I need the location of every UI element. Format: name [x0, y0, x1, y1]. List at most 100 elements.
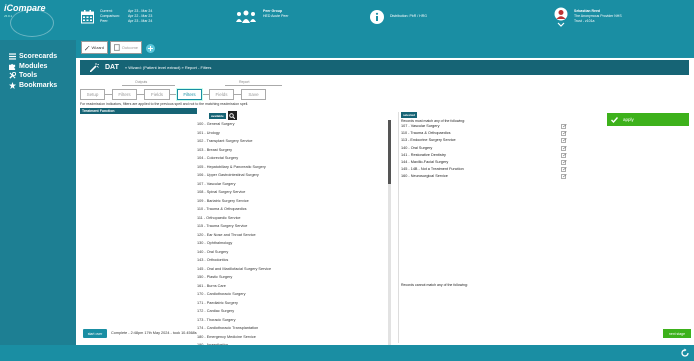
step-save[interactable]: Save — [241, 89, 266, 100]
people-icon — [235, 9, 257, 25]
step-outputs-filters[interactable]: Filters — [112, 89, 137, 100]
step-connector — [137, 94, 144, 95]
sidebar-item-bookmarks[interactable]: Bookmarks — [0, 81, 76, 91]
available-item[interactable]: 115 - Trauma Surgery Service — [193, 222, 384, 231]
available-item[interactable]: 143 - Orthodontics — [193, 256, 384, 265]
sidebar: Scorecards Modules Tools Bookmarks — [0, 40, 76, 345]
available-item[interactable]: 104 - Colorectal Surgery — [193, 154, 384, 163]
peer-group-text: Peer Group HED Acute Peer — [263, 9, 288, 19]
readmission-note: For readmission indicators, filters are … — [80, 102, 249, 106]
main-panel: DAT » Wizard: (Patient level extract) » … — [76, 58, 694, 347]
wand-icon — [85, 45, 90, 51]
user-block[interactable]: Sebastian Reed The Anonymous Provider NH… — [554, 7, 622, 27]
step-report-filters[interactable]: Filters — [177, 89, 202, 100]
available-item[interactable]: 103 - Breast Surgery — [193, 146, 384, 155]
selected-item-label: 144 - Maxillo-Facial Surgery — [401, 159, 449, 164]
wizard-label: Wizard — [91, 45, 104, 50]
edit-icon[interactable] — [561, 152, 567, 158]
start-over-button[interactable]: start over — [83, 329, 107, 338]
available-item[interactable]: 171 - Paediatric Surgery — [193, 299, 384, 308]
selected-item[interactable]: 107 - Vascular Surgery — [399, 123, 583, 130]
app-logo[interactable]: iCompare v5.0.1 — [4, 3, 66, 39]
available-item[interactable]: 107 - Vascular Surgery — [193, 180, 384, 189]
available-item[interactable]: 180 - Emergency Medicine Service — [193, 333, 384, 342]
star-icon — [9, 81, 16, 89]
available-item[interactable]: 109 - Bariatric Surgery Service — [193, 197, 384, 206]
scrollbar-thumb[interactable] — [388, 120, 391, 184]
selected-item[interactable]: 145 - 14B - Not a Treatment Function — [399, 166, 583, 173]
selected-item[interactable]: 160 - Neurosurgical Service — [399, 173, 583, 180]
check-icon — [611, 116, 618, 123]
selected-item[interactable]: 144 - Maxillo-Facial Surgery — [399, 159, 583, 166]
distribution-block[interactable]: Distribution: PbR / HRG — [370, 9, 427, 25]
edit-icon[interactable] — [561, 167, 567, 172]
period-label-peer: Peer: — [100, 19, 109, 23]
edit-icon[interactable] — [561, 160, 567, 165]
available-header: available — [209, 111, 237, 120]
next-stage-button[interactable]: next stage — [663, 329, 691, 338]
available-item[interactable]: 161 - Burns Care — [193, 282, 384, 291]
filter-field-treatment-function[interactable]: Treatment Function — [80, 108, 197, 114]
available-item[interactable]: 120 - Ear Nose and Throat Service — [193, 231, 384, 240]
available-item[interactable]: 102 - Transplant Surgery Service — [193, 137, 384, 146]
sidebar-item-scorecards[interactable]: Scorecards — [0, 52, 76, 62]
available-item[interactable]: 170 - Cardiothoracic Surgery — [193, 290, 384, 299]
user-text: Sebastian Reed The Anonymous Provider NH… — [574, 9, 622, 24]
tools-icon — [9, 72, 16, 79]
step-report-fields[interactable]: Fields — [209, 89, 234, 100]
available-item[interactable]: 130 - Ophthalmology — [193, 239, 384, 248]
document-icon — [114, 44, 120, 51]
available-item[interactable]: 140 - Oral Surgery — [193, 248, 384, 257]
sidebar-item-modules[interactable]: Modules — [0, 62, 76, 72]
step-setup[interactable]: Setup — [80, 89, 105, 100]
selected-item-label: 141 - Restorative Dentistry — [401, 152, 446, 157]
peer-group-block[interactable]: Peer Group HED Acute Peer — [235, 9, 288, 25]
add-tab-icon[interactable] — [146, 44, 155, 53]
apply-label: apply — [623, 117, 634, 122]
available-item[interactable]: 110 - Trauma & Orthopaedics — [193, 205, 384, 214]
search-icon — [229, 112, 236, 119]
sidebar-item-label: Modules — [19, 62, 48, 70]
breadcrumb: » Wizard: (Patient level extract) » Repo… — [124, 65, 212, 70]
logo-swirl — [10, 9, 54, 37]
steps-group-report: Report — [239, 80, 250, 84]
step-outputs-fields[interactable]: Fields — [144, 89, 170, 100]
sidebar-item-label: Tools — [19, 72, 38, 80]
available-item[interactable]: 101 - Urology — [193, 129, 384, 138]
edit-icon[interactable] — [561, 138, 567, 144]
edit-icon[interactable] — [561, 124, 567, 129]
available-item[interactable]: 100 - General Surgery — [193, 120, 384, 129]
distribution-text: Distribution: PbR / HRG — [390, 14, 427, 18]
user-avatar-icon — [554, 7, 568, 27]
outcome-button[interactable]: Outcome — [110, 41, 142, 54]
edit-icon[interactable] — [561, 131, 567, 136]
available-item[interactable]: 111 - Orthopaedic Service — [193, 214, 384, 223]
wizard-button[interactable]: Wizard — [81, 41, 108, 54]
selected-item-label: 107 - Vascular Surgery — [401, 124, 440, 128]
search-button[interactable] — [227, 111, 237, 120]
selected-item[interactable]: 113 - Endocrine Surgery Service — [399, 137, 583, 144]
available-item[interactable]: 105 - Hepatobiliary & Pancreatic Surgery — [193, 163, 384, 172]
edit-icon[interactable] — [561, 174, 567, 180]
available-item[interactable]: 173 - Thoracic Surgery — [193, 316, 384, 325]
sidebar-item-label: Scorecards — [19, 53, 58, 61]
available-scrollbar[interactable] — [388, 120, 391, 345]
step-connector — [234, 94, 241, 95]
user-trust: Trust - z101a — [574, 19, 595, 23]
available-item[interactable]: 174 - Cardiothoracic Transplantation — [193, 324, 384, 333]
periods-block[interactable]: Current: Apr 23 - Mar 24 Comparison: Apr 2… — [80, 9, 164, 25]
available-item[interactable]: 145 - Oral and Maxillofacial Surgery Ser… — [193, 265, 384, 274]
selected-item[interactable]: 141 - Restorative Dentistry — [399, 152, 583, 159]
available-item[interactable]: 108 - Spinal Surgery Service — [193, 188, 384, 197]
selected-item[interactable]: 110 - Trauma & Orthopaedics — [399, 130, 583, 137]
sidebar-item-tools[interactable]: Tools — [0, 71, 76, 81]
steps-group-outputs: Outputs — [135, 80, 148, 84]
apply-button[interactable]: apply — [607, 113, 689, 126]
available-item[interactable]: 172 - Cardiac Surgery — [193, 307, 384, 316]
available-item[interactable]: 150 - Plastic Surgery — [193, 273, 384, 282]
selected-panel: selected Records must match any of the f… — [398, 112, 582, 343]
refresh-icon[interactable] — [680, 348, 690, 358]
available-item[interactable]: 106 - Upper Gastrointestinal Surgery — [193, 171, 384, 180]
selected-item[interactable]: 140 - Oral Surgery — [399, 145, 583, 152]
edit-icon[interactable] — [561, 145, 567, 151]
